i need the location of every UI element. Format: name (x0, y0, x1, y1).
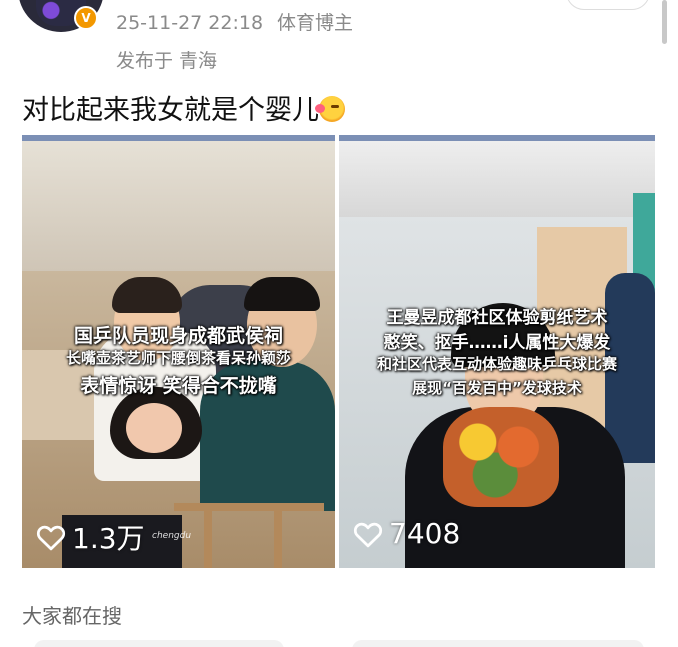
video-card-right[interactable]: 王曼昱成都社区体验剪纸艺术 憨笑、抠手……i人属性大爆发 和社区代表互动体验趣味… (339, 135, 655, 568)
heart-outline-icon (353, 522, 383, 547)
post-text: 对比起来我女就是个婴儿 (22, 95, 319, 126)
video-caption-line: 展现“百发百中”发球技术 (412, 379, 582, 397)
scene-background (22, 141, 335, 271)
trending-chip[interactable] (34, 640, 284, 647)
follow-button[interactable] (566, 0, 650, 10)
like-count-value: 7408 (389, 517, 461, 550)
kiss-face-emoji-icon (315, 96, 345, 122)
scene-person (112, 277, 182, 313)
post-location: 发布于 青海 (116, 50, 218, 72)
heart-outline-icon (36, 525, 66, 551)
video-caption-line: 国乒队员现身成都武侯祠 (73, 325, 283, 347)
video-caption-line: 憨笑、抠手……i人属性大爆发 (383, 333, 611, 353)
post-timestamp: 25-11-27 22:18 (116, 12, 264, 34)
video-caption-line: 表情惊讶 笑得合不拢嘴 (80, 375, 277, 397)
video-watermark: chengdu (152, 531, 192, 541)
weibo-post-view: V 25-11-27 22:18 体育博主 发布于 青海 对比起来我女就是个婴儿 … (0, 0, 678, 647)
like-count-value: 1.3万 (72, 522, 145, 555)
video-card-left[interactable]: 国乒队员现身成都武侯祠 长嘴壶茶艺师下腰倒茶看呆孙颖莎 表情惊讶 笑得合不拢嘴 … (22, 135, 335, 568)
scene-bouquet (443, 407, 559, 507)
author-role: 体育博主 (277, 12, 354, 34)
scene-chair (174, 503, 324, 568)
like-count[interactable]: 1.3万 (36, 517, 145, 557)
post-body: 对比起来我女就是个婴儿 (22, 88, 345, 127)
scene-ceiling (339, 141, 655, 217)
scene-person (126, 403, 182, 453)
video-caption-line: 和社区代表互动体验趣味乒乓球比赛 (376, 355, 617, 373)
like-count[interactable]: 7408 (353, 517, 460, 550)
post-meta: 25-11-27 22:18 体育博主 (116, 8, 353, 35)
video-caption-line: 王曼昱成都社区体验剪纸艺术 (386, 308, 608, 328)
scrollbar[interactable] (662, 0, 667, 44)
trending-search-heading: 大家都在搜 (22, 604, 122, 628)
scene-person (244, 277, 320, 311)
video-caption-line: 长嘴壶茶艺师下腰倒茶看呆孙颖莎 (65, 349, 291, 367)
verified-badge-icon: V (74, 6, 98, 30)
trending-chip[interactable] (352, 640, 644, 647)
